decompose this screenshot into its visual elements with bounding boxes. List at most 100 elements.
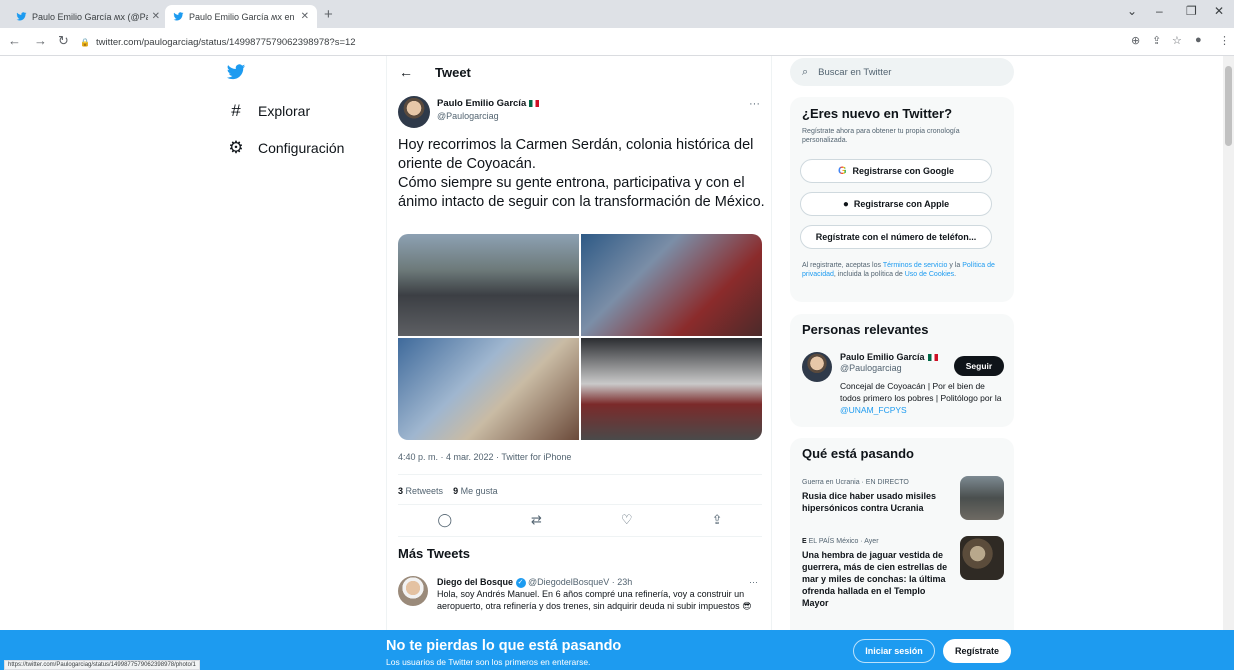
trend-thumbnail[interactable] [960,476,1004,520]
bio-link[interactable]: @UNAM_FCPYS [840,405,907,415]
address-bar-row: ← → ↻ 🔒 twitter.com/paulogarciag/status/… [0,28,1234,56]
tweet-handle-time[interactable]: @DiegodelBosqueV · 23h [528,577,632,587]
mexico-flag-icon [529,99,540,107]
follow-button[interactable]: Seguir [954,356,1004,376]
share-icon[interactable]: ⇪ [1152,34,1161,47]
signup-apple-button[interactable]: ● Registrarse con Apple [800,192,992,216]
trend-thumbnail[interactable] [960,536,1004,580]
person-name: Paulo Emilio García [840,352,925,362]
banner-title: No te pierdas lo que está pasando [386,638,622,654]
retweets-label: Retweets [405,486,444,496]
person-info[interactable]: Paulo Emilio García @Paulogarciag [840,352,938,373]
tweet-actions: ◯ ⇄ ♡ ⇪ [398,512,762,528]
scrollbar-thumb[interactable] [1225,66,1232,146]
share-icon[interactable]: ⇪ [712,512,723,528]
cookies-link[interactable]: Uso de Cookies [905,271,954,278]
signup-card: ¿Eres nuevo en Twitter? Regístrate ahora… [790,97,1014,302]
close-window-icon[interactable]: ✕ [1214,4,1224,18]
signup-phone-button[interactable]: Regístrate con el número de teléfon... [800,225,992,249]
main-column: ← Tweet Paulo Emilio García @Paulogarcia… [386,56,772,630]
tweet-stats: 3 Retweets 9 Me gusta [398,486,498,496]
trends-title: Qué está pasando [802,446,914,461]
restore-icon[interactable]: ❐ [1186,4,1197,18]
divider [398,536,762,537]
star-icon[interactable]: ☆ [1172,34,1182,47]
url-field[interactable]: 🔒 twitter.com/paulogarciag/status/149987… [80,33,1110,51]
twitter-icon [16,12,27,21]
page-title: Tweet [435,64,471,80]
trend-title[interactable]: Rusia dice haber usado misiles hipersóni… [802,490,954,514]
tweet-media-grid [398,234,762,440]
browser-tab[interactable]: Paulo Emilio García ʍx (@Paulog ✕ [8,5,168,28]
trend-context: Guerra en Ucrania · EN DIRECTO [802,479,909,486]
back-icon[interactable]: ← [8,33,21,48]
legal-text: . [954,271,957,278]
person-handle: @Paulogarciag [840,363,902,373]
close-tab-icon[interactable]: ✕ [301,11,309,22]
divider [398,474,762,475]
close-tab-icon[interactable]: ✕ [152,11,160,22]
tweet-photo[interactable] [581,234,762,336]
more-options-icon[interactable]: ··· [749,576,758,588]
twitter-logo-icon[interactable] [226,62,246,82]
legal-text: , incluida la política de [833,271,905,278]
url-text: twitter.com/paulogarciag/status/14998775… [95,36,356,48]
tab-title: Paulo Emilio García ʍx en Twitte [189,11,297,22]
person-bio: Conceјal de Coyoacán | Por el bien de to… [840,380,1008,416]
signup-button[interactable]: Regístrate [943,639,1011,663]
back-arrow-icon[interactable]: ← [399,64,413,80]
author-handle[interactable]: @Paulogarciag [437,111,539,121]
tweet-header: ← Tweet [399,64,471,80]
tweet-photo[interactable] [398,234,579,336]
likes-count: 9 [453,486,459,496]
likes-link[interactable]: 9 Me gusta [453,486,498,496]
scrollbar[interactable] [1223,56,1234,630]
nav-item-explorar[interactable]: # Explorar [226,101,310,121]
lock-icon: 🔒 [80,37,90,47]
signup-google-button[interactable]: G Registrarse con Google [800,159,992,183]
divider [398,504,762,505]
new-tab-icon[interactable]: + [324,6,333,23]
nav-item-configuracion[interactable]: ⚙ Configuración [226,138,344,158]
gear-icon: ⚙ [228,138,244,157]
trend-title[interactable]: Una hembra de jaguar vestida de guerrera… [802,549,954,609]
trends-card: Qué está pasando Guerra en Ucrania · EN … [790,438,1014,630]
menu-icon[interactable]: ⋮ [1219,34,1230,47]
bio-text: Conceјal de Coyoacán | Por el bien de to… [840,381,1002,403]
retweet-icon[interactable]: ⇄ [531,512,542,528]
legal-text: Al registrarte, aceptas los [802,262,883,269]
tweet-author-name[interactable]: Diego del Bosque [437,577,513,587]
tab-title: Paulo Emilio García ʍx (@Paulog [32,11,148,22]
people-title: Personas relevantes [802,322,929,337]
reload-icon[interactable]: ↻ [58,33,69,49]
forward-icon[interactable]: → [34,33,47,48]
terms-link[interactable]: Términos de servicio [883,262,948,269]
tweet-text-body: Hoy recorrimos la Carmen Serdán, colonia… [398,137,765,210]
search-input[interactable]: ⌕ Buscar en Twitter [790,58,1014,86]
retweets-link[interactable]: 3 Retweets [398,486,443,496]
signup-legal: Al registrarte, aceptas los Términos de … [802,261,1002,279]
avatar[interactable] [802,352,832,382]
tweet-author[interactable]: Paulo Emilio García @Paulogarciag [437,98,540,121]
more-tweet-item[interactable]: Diego del Bosque ✓ @DiegodelBosqueV · 23… [437,576,767,612]
elpais-logo-icon: E [802,538,807,545]
search-placeholder: Buscar en Twitter [818,66,892,78]
tweet-text: Hoy recorrimos la Carmen Serdán, colonia… [398,136,768,212]
tab-search-icon[interactable]: ⌄ [1127,4,1137,18]
browser-tab-active[interactable]: Paulo Emilio García ʍx en Twitte ✕ [165,5,317,28]
minimize-icon[interactable]: – [1156,4,1163,18]
profile-icon[interactable]: ● [1195,34,1202,46]
like-icon[interactable]: ♡ [621,512,633,528]
signup-apple-label: Registrarse con Apple [853,199,950,209]
tweet-photo[interactable] [398,338,579,440]
install-icon[interactable]: ⊕ [1131,34,1140,47]
reply-icon[interactable]: ◯ [437,512,452,528]
avatar[interactable] [398,96,430,128]
avatar[interactable] [398,576,428,606]
login-button[interactable]: Iniciar sesión [853,639,935,663]
tweet-photo[interactable] [581,338,762,440]
more-options-icon[interactable]: ··· [749,98,760,110]
twitter-icon [173,12,184,21]
tweet-meta[interactable]: 4:40 p. m. · 4 mar. 2022 · Twitter for i… [398,452,571,462]
author-name[interactable]: Paulo Emilio García [437,98,526,109]
